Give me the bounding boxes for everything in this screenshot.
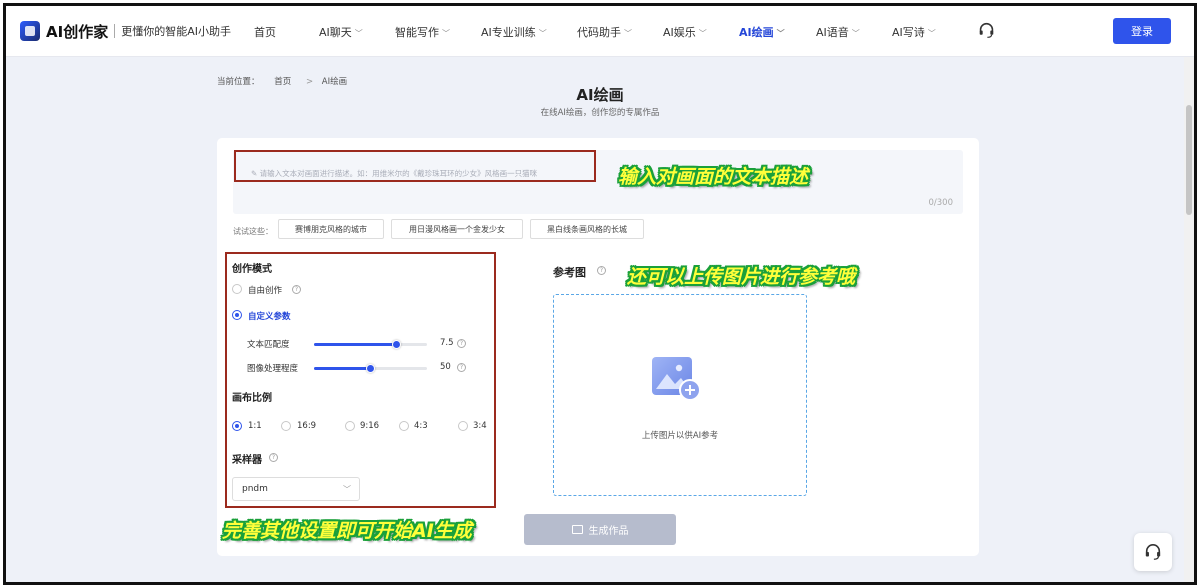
screenshot-frame: AI创作家 更懂你的智能AI小助手 首页 AI聊天 ﹀ 智能写作 ﹀ AI专业训练 ﹀… xyxy=(3,3,1197,585)
nav-item-home[interactable]: 首页 xyxy=(254,24,276,40)
chevron-down-icon: ﹀ xyxy=(624,29,632,38)
slider-value-image-strength: 50 xyxy=(440,362,451,372)
chevron-down-icon: ﹀ xyxy=(851,29,860,38)
sampler-value: pndm xyxy=(242,484,268,494)
chevron-down-icon: ﹀ xyxy=(776,29,785,38)
ratio-label: 4:3 xyxy=(414,421,428,431)
logo[interactable]: AI创作家 更懂你的智能AI小助手 xyxy=(20,20,231,42)
sampler-title: 采样器 xyxy=(232,455,262,466)
mode-radio-free[interactable] xyxy=(232,284,242,294)
nav-item-ai-voice[interactable]: AI语音 ﹀ xyxy=(816,24,860,40)
suggestion-chip[interactable]: 用日漫风格画一个金发少女 xyxy=(391,219,523,239)
logo-icon xyxy=(20,21,40,41)
help-icon[interactable]: ? xyxy=(269,453,278,462)
help-icon[interactable]: ? xyxy=(597,266,606,275)
prompt-char-counter: 0/300 xyxy=(928,198,954,208)
slider-label-image-strength: 图像处理程度 xyxy=(247,364,299,374)
annotation-settings-hint: 完善其他设置即可开始AI生成 xyxy=(222,520,472,542)
chevron-down-icon: ﹀ xyxy=(354,29,363,38)
reference-upload-area[interactable]: 上传图片以供AI参考 xyxy=(553,294,807,496)
mode-title: 创作模式 xyxy=(232,264,272,275)
page-title: AI绘画 xyxy=(576,86,624,104)
slider-handle-image-strength[interactable] xyxy=(366,364,375,373)
nav-item-ai-training[interactable]: AI专业训练 ﹀ xyxy=(481,24,547,40)
chevron-down-icon: ﹀ xyxy=(927,29,936,38)
headset-icon[interactable] xyxy=(978,22,995,39)
help-icon[interactable]: ? xyxy=(457,363,466,372)
annotation-reference-hint: 还可以上传图片进行参考哦 xyxy=(627,266,856,288)
ratio-radio-16-9[interactable] xyxy=(281,421,291,431)
slider-fill xyxy=(314,367,371,370)
help-icon[interactable]: ? xyxy=(292,285,301,294)
page-scrollbar[interactable] xyxy=(1184,57,1194,582)
generate-button[interactable]: 生成作品 xyxy=(524,514,676,545)
headset-icon xyxy=(1145,543,1161,560)
nav-item-code-assistant[interactable]: 代码助手 ﹀ xyxy=(577,24,632,40)
reference-title: 参考图 xyxy=(553,266,586,279)
sampler-select[interactable]: pndm ﹀ xyxy=(232,477,360,501)
upload-hint: 上传图片以供AI参考 xyxy=(641,431,719,441)
nav-item-ai-poetry[interactable]: AI写诗 ﹀ xyxy=(892,24,936,40)
page-subtitle: 在线AI绘画，创作您的专属作品 xyxy=(540,108,660,118)
ratio-label: 1:1 xyxy=(248,421,262,431)
image-icon xyxy=(571,525,583,534)
floating-support-button[interactable] xyxy=(1134,533,1172,571)
chevron-down-icon: ﹀ xyxy=(442,29,450,38)
ratio-title: 画布比例 xyxy=(232,393,272,404)
logo-text: AI创作家 xyxy=(46,22,109,41)
top-nav: AI创作家 更懂你的智能AI小助手 首页 AI聊天 ﹀ 智能写作 ﹀ AI专业训练 ﹀… xyxy=(6,6,1194,57)
ratio-label: 16:9 xyxy=(297,421,317,431)
nav-item-ai-painting[interactable]: AI绘画 ﹀ xyxy=(739,24,785,40)
mode-label-custom: 自定义参数 xyxy=(248,312,291,322)
suggestion-chip[interactable]: 黑白线条画风格的长城 xyxy=(530,219,644,239)
ratio-label: 3:4 xyxy=(473,421,487,431)
chevron-down-icon: ﹀ xyxy=(698,29,707,38)
image-add-icon xyxy=(652,357,701,401)
scrollbar-thumb[interactable] xyxy=(1186,105,1192,215)
annotation-prompt-hint: 输入对画面的文本描述 xyxy=(618,166,809,188)
login-button[interactable]: 登录 xyxy=(1113,18,1171,44)
ratio-label: 9:16 xyxy=(360,421,380,431)
logo-divider xyxy=(114,24,116,38)
mode-radio-custom[interactable] xyxy=(232,310,242,320)
help-icon[interactable]: ? xyxy=(457,339,466,348)
nav-item-ai-chat[interactable]: AI聊天 ﹀ xyxy=(319,24,363,40)
slider-track-text-match[interactable] xyxy=(314,343,427,346)
chevron-down-icon: ﹀ xyxy=(343,485,351,494)
painting-card: ✎ 请输入文本对画面进行描述。如：用维米尔的《戴珍珠耳环的少女》风格画一只猫咪 … xyxy=(217,138,979,556)
ratio-radio-4-3[interactable] xyxy=(399,421,409,431)
slider-handle-text-match[interactable] xyxy=(391,340,401,349)
ratio-radio-3-4[interactable] xyxy=(458,421,468,431)
chevron-down-icon: ﹀ xyxy=(538,29,547,38)
suggestions-label: 试试这些： xyxy=(233,227,273,236)
prompt-highlight-box xyxy=(234,150,596,182)
mode-label-free: 自由创作 xyxy=(248,286,283,296)
slider-fill xyxy=(314,343,397,346)
generate-button-label: 生成作品 xyxy=(588,526,629,537)
nav-item-smart-writing[interactable]: 智能写作 ﹀ xyxy=(395,24,450,40)
nav-item-ai-entertainment[interactable]: AI娱乐 ﹀ xyxy=(663,24,707,40)
logo-slogan: 更懂你的智能AI小助手 xyxy=(121,25,231,38)
slider-value-text-match: 7.5 xyxy=(440,338,454,348)
ratio-radio-9-16[interactable] xyxy=(345,421,355,431)
slider-label-text-match: 文本匹配度 xyxy=(247,340,290,350)
ratio-radio-1-1[interactable] xyxy=(232,421,242,431)
suggestion-chip[interactable]: 赛博朋克风格的城市 xyxy=(278,219,384,239)
